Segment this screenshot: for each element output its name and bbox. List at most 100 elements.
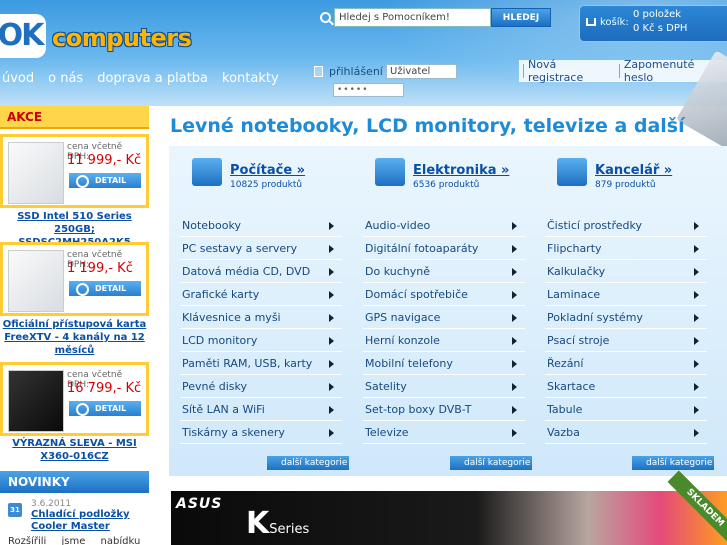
register-link[interactable]: Nová registrace — [528, 58, 615, 84]
nav-doprava[interactable]: doprava a platba — [97, 71, 208, 86]
sidebar: AKCE cena včetně DPH: 11 999,- Kč DETAIL… — [0, 106, 149, 545]
arrow-right-icon — [512, 383, 517, 391]
category-item[interactable]: PC sestavy a servery — [180, 237, 342, 260]
arrow-right-icon — [694, 222, 699, 230]
category-item[interactable]: Pevné disky — [180, 375, 342, 398]
more-categories-button[interactable]: další kategorie — [267, 456, 350, 470]
arrow-right-icon — [512, 429, 517, 437]
price: 16 799,- Kč — [67, 381, 142, 396]
arrow-right-icon — [512, 337, 517, 345]
category-item[interactable]: Do kuchyně — [363, 260, 525, 283]
category-title[interactable]: Elektronika » — [413, 163, 509, 178]
search-input[interactable] — [334, 8, 491, 27]
office-icon — [557, 158, 587, 186]
promo-title[interactable]: Oficiální přístupová karta FreeXTV - 4 k… — [0, 318, 149, 357]
category-item[interactable]: Grafické karty — [180, 283, 342, 306]
akce-header: AKCE — [0, 106, 149, 129]
category-label: Tiskárny a skenery — [182, 426, 285, 439]
detail-button[interactable]: DETAIL — [69, 281, 141, 296]
arrow-right-icon — [694, 337, 699, 345]
cart-items: 0 položek — [633, 9, 682, 20]
category-item[interactable]: Tiskárny a skenery — [180, 421, 342, 444]
nav-uvod[interactable]: úvod — [2, 71, 34, 86]
category-item[interactable]: Řezání — [545, 352, 707, 375]
novinky-header: NOVINKY — [0, 471, 149, 493]
search-button[interactable]: HLEDEJ — [491, 8, 551, 27]
card-product-image[interactable] — [8, 250, 64, 312]
category-label: Psací stroje — [547, 334, 610, 347]
category-label: Grafické karty — [182, 288, 260, 301]
category-label: Pokladní systémy — [547, 311, 643, 324]
logo-text[interactable]: computers — [52, 24, 192, 52]
search-icon — [320, 12, 331, 23]
category-item[interactable]: Čisticí prostředky — [545, 214, 707, 237]
category-item[interactable]: Satelity — [363, 375, 525, 398]
detail-button[interactable]: DETAIL — [69, 401, 141, 416]
category-item[interactable]: Flipcharty — [545, 237, 707, 260]
nav-o-nas[interactable]: o nás — [48, 71, 83, 86]
arrow-right-icon — [512, 360, 517, 368]
password-field[interactable] — [333, 83, 404, 97]
k-series-text: KSeries — [246, 506, 309, 541]
promo-title[interactable]: VÝRAZNÁ SLEVA - MSI X360-016CZ — [0, 437, 149, 463]
computer-icon — [192, 158, 222, 186]
category-item[interactable]: Skartace — [545, 375, 707, 398]
category-item[interactable]: Psací stroje — [545, 329, 707, 352]
logo-ok[interactable]: OK — [0, 14, 46, 58]
category-item[interactable]: Notebooky — [180, 214, 342, 237]
ssd-product-image[interactable] — [8, 142, 64, 204]
account-links: Nová registrace Zapomenuté heslo — [519, 58, 727, 84]
more-categories-button[interactable]: další kategorie — [450, 456, 533, 470]
category-item[interactable]: Mobilní telefony — [363, 352, 525, 375]
arrow-right-icon — [329, 291, 334, 299]
category-label: Vazba — [547, 426, 580, 439]
category-count: 6536 produktů — [413, 180, 480, 190]
arrow-right-icon — [329, 360, 334, 368]
category-title[interactable]: Počítače » — [230, 163, 305, 178]
category-item[interactable]: Kalkulačky — [545, 260, 707, 283]
category-label: Klávesnice a myši — [182, 311, 281, 324]
category-label: Tabule — [547, 403, 583, 416]
arrow-right-icon — [694, 291, 699, 299]
arrow-right-icon — [329, 314, 334, 322]
category-label: Domácí spotřebiče — [365, 288, 468, 301]
category-label: Audio-video — [365, 219, 431, 232]
category-item[interactable]: Paměti RAM, USB, karty — [180, 352, 342, 375]
news-title[interactable]: Chladící podložky Cooler Master — [31, 509, 146, 533]
arrow-right-icon — [694, 429, 699, 437]
category-item[interactable]: Set-top boxy DVB-T — [363, 398, 525, 421]
promo-card: cena včetně DPH: 16 799,- Kč DETAIL — [0, 362, 149, 436]
category-title[interactable]: Kancelář » — [595, 163, 672, 178]
username-field[interactable] — [386, 64, 457, 79]
promo-card: cena včetně DPH: 1 199,- Kč DETAIL — [0, 242, 149, 316]
novinky-title: NOVINKY — [8, 475, 70, 489]
category-item[interactable]: Tabule — [545, 398, 707, 421]
category-item[interactable]: Sítě LAN a WiFi — [180, 398, 342, 421]
arrow-right-icon — [512, 406, 517, 414]
category-item[interactable]: Vazba — [545, 421, 707, 444]
laptop-product-image[interactable] — [8, 370, 64, 432]
category-item[interactable]: Domácí spotřebiče — [363, 283, 525, 306]
category-item[interactable]: Televize — [363, 421, 525, 444]
category-label: GPS navigace — [365, 311, 441, 324]
category-label: Set-top boxy DVB-T — [365, 403, 472, 416]
category-item[interactable]: LCD monitory — [180, 329, 342, 352]
calendar-icon: 31 — [8, 503, 22, 517]
category-item[interactable]: GPS navigace — [363, 306, 525, 329]
category-label: PC sestavy a servery — [182, 242, 298, 255]
login-label: přihlášení — [329, 65, 383, 78]
category-item[interactable]: Klávesnice a myši — [180, 306, 342, 329]
category-item[interactable]: Datová média CD, DVD — [180, 260, 342, 283]
arrow-right-icon — [329, 429, 334, 437]
category-item[interactable]: Laminace — [545, 283, 707, 306]
arrow-right-icon — [694, 268, 699, 276]
category-item[interactable]: Audio-video — [363, 214, 525, 237]
category-item[interactable]: Pokladní systémy — [545, 306, 707, 329]
detail-button[interactable]: DETAIL — [69, 173, 141, 188]
category-item[interactable]: Digitální fotoaparáty — [363, 237, 525, 260]
category-item[interactable]: Herní konzole — [363, 329, 525, 352]
nav-kontakty[interactable]: kontakty — [222, 71, 279, 86]
arrow-right-icon — [512, 268, 517, 276]
category-label: Digitální fotoaparáty — [365, 242, 479, 255]
more-categories-button[interactable]: další kategorie — [632, 456, 715, 470]
